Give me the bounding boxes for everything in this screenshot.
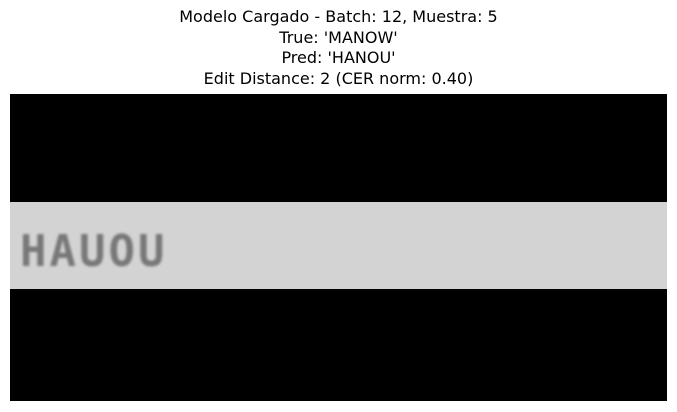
- sample-image: HAUOU: [10, 94, 667, 401]
- handwritten-word-image: HAUOU: [20, 226, 168, 277]
- title-pred-label: Pred: 'HANOU': [281, 48, 396, 67]
- figure-title: Modelo Cargado - Batch: 12, Muestra: 5 T…: [0, 7, 677, 89]
- title-edit-distance: Edit Distance: 2 (CER norm: 0.40): [203, 68, 474, 88]
- title-true-label: True: 'MANOW': [279, 27, 398, 47]
- title-batch-sample: Modelo Cargado - Batch: 12, Muestra: 5: [179, 7, 498, 26]
- text-band: HAUOU: [10, 202, 667, 289]
